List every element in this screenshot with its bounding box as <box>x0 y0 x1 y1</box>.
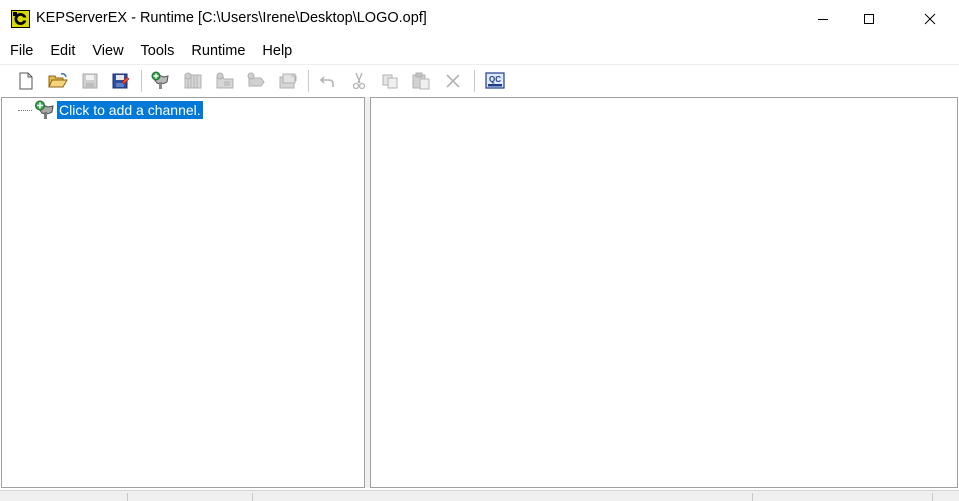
bulk-tags-button[interactable] <box>277 70 299 92</box>
detail-view-pane[interactable] <box>370 97 958 488</box>
save-as-button[interactable] <box>110 70 132 92</box>
toolbar-separator <box>308 70 309 92</box>
project-tree-pane[interactable]: Click to add a channel. <box>1 97 365 488</box>
paste-button[interactable] <box>410 70 432 92</box>
new-project-icon <box>19 72 33 90</box>
tree-node-add-channel[interactable]: Click to add a channel. <box>18 100 204 120</box>
delete-button[interactable] <box>442 70 464 92</box>
new-channel-button[interactable] <box>150 70 172 92</box>
close-button[interactable] <box>901 0 959 38</box>
menu-bar: File Edit View Tools Runtime Help <box>0 39 959 63</box>
menu-file[interactable]: File <box>3 39 40 63</box>
new-tag-icon <box>247 72 265 87</box>
copy-icon <box>382 74 398 89</box>
minimize-icon <box>818 19 828 20</box>
menu-runtime[interactable]: Runtime <box>184 39 252 63</box>
save-as-icon <box>112 73 130 89</box>
menu-tools[interactable]: Tools <box>134 39 182 63</box>
new-device-icon <box>184 72 202 89</box>
kepserver-app-icon <box>11 10 30 28</box>
new-channel-icon <box>151 71 169 89</box>
open-button[interactable] <box>47 70 69 92</box>
new-tag-group-icon <box>216 72 234 89</box>
quick-client-label: QC <box>489 75 501 84</box>
title-bar: KEPServerEX - Runtime [C:\Users\Irene\De… <box>0 0 959 38</box>
save-icon <box>82 73 98 89</box>
quick-client-icon: QC <box>485 72 505 89</box>
save-button[interactable] <box>79 70 101 92</box>
cut-icon <box>352 72 366 90</box>
paste-icon <box>412 72 430 90</box>
window-title: KEPServerEX - Runtime [C:\Users\Irene\De… <box>36 10 427 26</box>
delete-icon <box>446 74 460 88</box>
menu-view[interactable]: View <box>85 39 130 63</box>
new-project-button[interactable] <box>15 70 37 92</box>
bulk-tags-icon <box>279 73 297 89</box>
new-device-button[interactable] <box>182 70 204 92</box>
add-channel-icon <box>35 100 54 119</box>
copy-button[interactable] <box>379 70 401 92</box>
menu-help[interactable]: Help <box>255 39 299 63</box>
toolbar-separator <box>141 70 142 92</box>
toolbar-separator <box>474 70 475 92</box>
undo-button[interactable] <box>317 70 339 92</box>
maximize-button[interactable] <box>846 0 892 38</box>
tree-node-label[interactable]: Click to add a channel. <box>56 100 204 120</box>
quick-client-button[interactable]: QC <box>484 70 506 92</box>
toolbar: QC <box>0 64 959 98</box>
menu-edit[interactable]: Edit <box>43 39 82 63</box>
undo-icon <box>319 76 334 87</box>
status-bar <box>0 490 959 501</box>
open-folder-icon <box>48 73 68 88</box>
new-tag-button[interactable] <box>245 70 267 92</box>
maximize-icon <box>864 14 874 24</box>
tree-connector <box>18 110 32 112</box>
new-tag-group-button[interactable] <box>214 70 236 92</box>
cut-button[interactable] <box>348 70 370 92</box>
minimize-button[interactable] <box>800 0 846 38</box>
close-icon <box>924 13 936 25</box>
